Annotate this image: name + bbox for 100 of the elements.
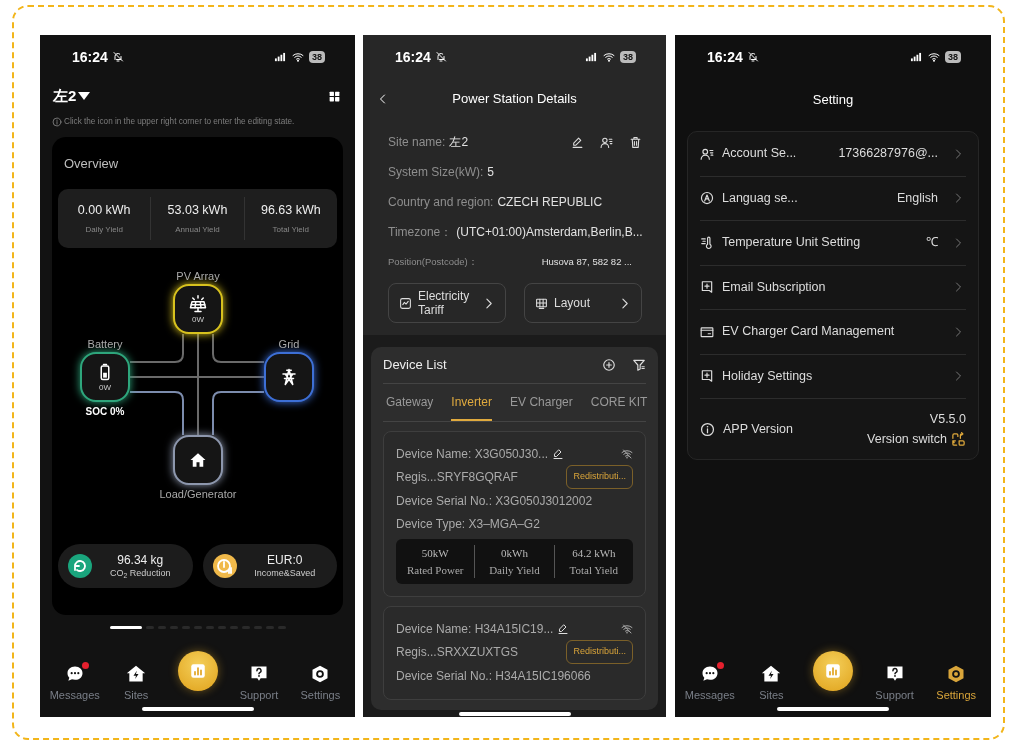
stat-value: 64.2 kWh — [571, 546, 617, 561]
stat-label: Daily Yield — [488, 562, 541, 578]
node-value: 0W — [99, 383, 111, 392]
tab-bar-item[interactable]: Messages — [679, 663, 741, 703]
battery-level: 38 — [620, 51, 636, 63]
pencil-icon — [571, 135, 584, 149]
flow-node[interactable] — [264, 352, 314, 403]
settings-icon — [310, 663, 331, 684]
pencil-icon — [557, 622, 570, 635]
settings-icon — [946, 663, 967, 684]
field-value: 5 — [487, 164, 495, 181]
device-tab[interactable]: Inverter — [451, 384, 493, 421]
settings-row[interactable]: Languag se... English — [700, 176, 966, 221]
field-label: System Size(kW): — [388, 164, 484, 181]
tab-bar-item[interactable]: Support — [228, 663, 290, 703]
registration-text: Regis...SRXXZUXTGS — [396, 644, 519, 661]
redistribution-button[interactable]: Redistributi... — [566, 640, 633, 664]
add-button[interactable] — [602, 358, 616, 372]
soc-label: SOC 0% — [85, 405, 125, 420]
filter-button[interactable] — [632, 358, 646, 372]
tab-bar-item[interactable]: Support — [863, 663, 926, 703]
filter-icon — [632, 358, 646, 372]
version-label: APP Version — [723, 420, 793, 438]
hint-text: Click the icon in the upper right corner to enter the editing state. — [64, 115, 295, 128]
stat-label: Rated Power — [405, 562, 465, 578]
site-selector[interactable]: 左2 — [53, 85, 91, 108]
settings-row[interactable]: EV Charger Card Management — [700, 310, 966, 355]
flow-node[interactable]: 0W — [173, 284, 223, 335]
trash-icon — [629, 135, 642, 149]
wifi-icon — [927, 51, 941, 63]
settings-row[interactable]: Holiday Settings — [700, 354, 966, 399]
device-name: Device Name: H34A15IC19... — [396, 620, 554, 638]
stat-value: 53.03 kWh — [166, 202, 229, 220]
clock-time: 16:24 — [707, 47, 743, 67]
dashboard-button[interactable] — [813, 651, 853, 691]
serial-number: Device Serial No.: H34A15IC196066 — [396, 667, 592, 685]
power-tower-icon — [280, 368, 298, 387]
tab-bar-item[interactable]: Messages — [44, 663, 106, 703]
registration-text: Regis...SRYF8GQRAF — [396, 469, 518, 486]
edit-button[interactable] — [571, 135, 584, 149]
wifi-off-icon — [621, 622, 633, 635]
muted-bell-icon — [746, 51, 759, 63]
device-name: Device Name: X3G050J30... — [396, 445, 549, 463]
redistribution-button[interactable]: Redistributi... — [566, 465, 633, 489]
link-button[interactable]: Electricity Tariff — [388, 283, 506, 323]
stat-label: Total Yield — [568, 562, 620, 578]
stat-label: Daily Yield — [84, 224, 124, 237]
link-button[interactable]: Layout — [524, 283, 642, 323]
signal-icon — [273, 51, 287, 63]
muted-bell-icon — [111, 51, 124, 63]
solar-panel-icon — [189, 294, 207, 313]
wifi-icon — [602, 51, 616, 63]
stat-value: 0.00 kWh — [76, 202, 132, 220]
thermometer-icon — [700, 235, 714, 250]
field-label: Site name: — [388, 134, 446, 151]
settings-row[interactable]: Temperature Unit Setting ℃ — [700, 221, 966, 266]
battery-level: 38 — [945, 51, 961, 63]
node-label: Grid — [278, 337, 300, 353]
tab-bar-item[interactable]: Settings — [925, 663, 987, 703]
coin-icon — [212, 554, 237, 579]
swap-icon — [951, 431, 966, 447]
dashboard-button[interactable] — [177, 651, 218, 691]
section-title: Device List — [383, 356, 447, 375]
tab-bar-item[interactable]: Sites — [105, 663, 167, 703]
delete-button[interactable] — [629, 135, 642, 149]
device-tab[interactable]: EV Charger — [510, 384, 573, 421]
settings-row[interactable]: Email Subscription — [700, 265, 966, 310]
battery-level: 38 — [309, 51, 325, 63]
muted-bell-icon — [434, 51, 447, 63]
wifi-icon — [291, 51, 305, 63]
info-icon — [700, 421, 715, 437]
bar-chart-icon — [824, 662, 842, 680]
user-list-icon — [600, 135, 613, 149]
stat-value: 50kW — [420, 546, 450, 561]
version-switch-button[interactable]: Version switch — [867, 429, 966, 449]
grid-icon — [328, 89, 341, 103]
tab-bar-item[interactable]: Sites — [740, 663, 803, 703]
edit-grid-button[interactable] — [328, 89, 341, 103]
field-label: Timezone： — [388, 224, 453, 241]
card-title: Overview — [63, 154, 120, 173]
members-button[interactable] — [600, 135, 613, 149]
caret-down-icon — [78, 92, 91, 101]
wifi-off-icon — [621, 447, 633, 460]
summary-label: Income&Saved — [253, 567, 317, 579]
settings-row[interactable]: Account Se... 17366287976@... — [700, 132, 966, 177]
summary-value: 96.34 kg — [116, 553, 165, 568]
screen-title: Power Station Details — [452, 90, 577, 109]
stat-value: 96.63 kWh — [259, 202, 322, 220]
connector-line — [212, 333, 265, 364]
stat-label: Annual Yield — [174, 224, 221, 237]
rename-button[interactable] — [552, 447, 565, 460]
tab-bar-item[interactable]: Settings — [289, 663, 352, 703]
field-value: CZECH REPUBLIC — [497, 194, 603, 211]
node-label: PV Array — [176, 269, 220, 285]
device-tab[interactable]: Gateway — [386, 384, 434, 421]
rename-button[interactable] — [557, 622, 570, 635]
flow-node[interactable] — [173, 435, 223, 486]
device-tab[interactable]: CORE KIT — [590, 384, 648, 421]
field-value: 左2 — [449, 134, 469, 151]
flow-node[interactable]: 0W — [80, 352, 130, 403]
